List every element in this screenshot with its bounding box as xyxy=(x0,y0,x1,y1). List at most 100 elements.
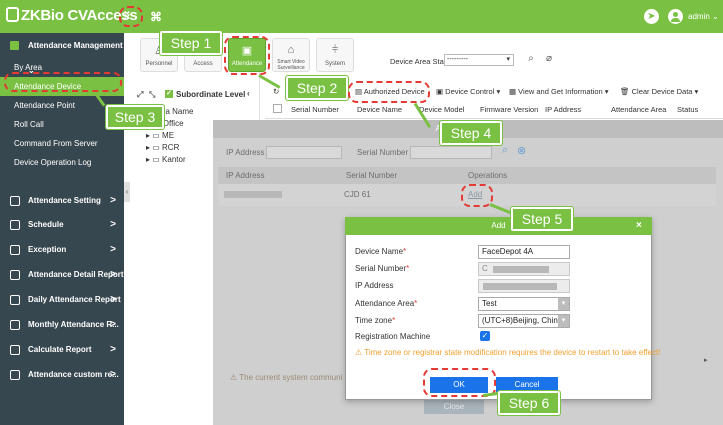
tree-node-rcr[interactable]: ▸ ▭ RCR xyxy=(146,143,179,152)
ip-address-input xyxy=(478,279,570,293)
scroll-right-icon[interactable]: ▸ xyxy=(704,356,708,364)
select-all-checkbox[interactable] xyxy=(273,104,282,113)
area-status-select[interactable]: --------- ▾ xyxy=(444,54,514,66)
module-system[interactable]: ⫩ System xyxy=(316,38,354,72)
sidebar-menu-attendance-setting[interactable]: Attendance Setting > xyxy=(0,190,124,212)
report-icon xyxy=(10,295,20,305)
sidebar-item-device-operation-log[interactable]: Device Operation Log xyxy=(0,153,124,172)
tree-collapse-icon[interactable]: ‹ xyxy=(247,89,250,98)
col-status[interactable]: Status xyxy=(677,105,698,114)
sidebar-menu-daily-attendance-report[interactable]: Daily Attendance Report > xyxy=(0,289,124,311)
dropdown-arrow-icon: ▾ xyxy=(506,56,510,63)
dropdown-arrow-icon: ▾ xyxy=(558,298,569,310)
required-mark: * xyxy=(406,264,410,273)
chevron-down-icon: ▾ xyxy=(494,87,501,96)
clear-filter-icon[interactable]: ⌀ xyxy=(542,52,556,66)
exception-icon xyxy=(10,245,20,255)
info-icon: ▦ xyxy=(509,87,519,96)
step5-callout: Step 5 xyxy=(511,207,573,231)
sidebar-menu-attendance-detail-report[interactable]: Attendance Detail Report > xyxy=(0,264,124,286)
collapse-icon[interactable]: ⤡ xyxy=(149,90,155,100)
sidebar-item-command-from-server[interactable]: Command From Server xyxy=(0,134,124,153)
menu-label: Attendance custom re... xyxy=(28,370,119,379)
device-table-header: Serial Number Device Name Device Model F… xyxy=(265,101,723,119)
camera-icon: ⌂ xyxy=(287,44,295,56)
label-text: Time zone xyxy=(355,316,393,325)
user-icon[interactable] xyxy=(668,9,683,24)
step4-callout: Step 4 xyxy=(440,121,502,145)
clear-device-data-button[interactable]: 🗑 Clear Device Data ▾ xyxy=(620,84,698,100)
calendar-icon xyxy=(10,41,19,50)
step3-highlight xyxy=(4,72,122,92)
step2-highlight xyxy=(224,36,270,75)
search-icon[interactable]: ⌕ xyxy=(524,52,538,66)
sidebar-menu-exception[interactable]: Exception > xyxy=(0,239,124,261)
col-firmware-version[interactable]: Firmware Version xyxy=(480,105,538,114)
row-serial-number: CJD 61 xyxy=(344,190,371,199)
device-control-button[interactable]: ▣ Device Control ▾ xyxy=(436,84,500,100)
col-serial-number: Serial Number xyxy=(346,171,398,180)
warning-icon: ⚠ xyxy=(355,348,365,357)
expand-icon[interactable]: ⤢ xyxy=(137,90,143,100)
sidebar-menu-monthly-attendance-report[interactable]: Monthly Attendance R... > xyxy=(0,314,124,336)
sidebar-section-attendance-management[interactable]: Attendance Management ⌄ xyxy=(0,33,124,75)
sidebar-collapse-handle[interactable]: ‹ xyxy=(124,182,130,202)
col-operations: Operations xyxy=(468,171,508,180)
device-name-input[interactable]: FaceDepot 4A xyxy=(478,245,570,259)
menu-label: Monthly Attendance R... xyxy=(28,320,119,329)
tree-node-label: Kantor xyxy=(162,155,186,164)
sidebar-menu-calculate-report[interactable]: Calculate Report > xyxy=(0,339,124,361)
ip-address-filter-input[interactable] xyxy=(266,146,342,159)
label-text: Device Name xyxy=(355,247,404,256)
report-icon xyxy=(10,270,20,280)
subordinate-checkbox[interactable]: ✓ xyxy=(165,90,173,98)
sidebar-menu-attendance-custom-report[interactable]: Attendance custom re... > xyxy=(0,364,124,386)
command-icon[interactable]: ⌘ xyxy=(150,10,162,24)
col-device-name[interactable]: Device Name xyxy=(357,105,402,114)
system-icon: ⫩ xyxy=(331,44,339,56)
view-info-button[interactable]: ▦ View and Get Information ▾ xyxy=(509,84,609,100)
compass-icon[interactable]: ➤ xyxy=(644,9,659,24)
module-label: System xyxy=(324,61,345,67)
col-device-model[interactable]: Device Model xyxy=(419,105,464,114)
select-value: (UTC+8)Beijing, Chine xyxy=(482,316,563,325)
chevron-right-icon: > xyxy=(110,294,116,305)
chevron-right-icon: > xyxy=(110,244,116,255)
tree-node-kantor[interactable]: ▸ ▭ Kantor xyxy=(146,155,186,164)
button-label: Clear Device Data xyxy=(631,87,693,96)
module-smart-video[interactable]: ⌂ Smart Video Surveillance xyxy=(272,38,310,72)
time-zone-select[interactable]: (UTC+8)Beijing, Chine ▾ xyxy=(478,314,570,328)
chevron-right-icon: > xyxy=(110,269,116,280)
button-label: View and Get Information xyxy=(518,87,603,96)
chevron-right-icon: > xyxy=(110,344,116,355)
required-mark: * xyxy=(392,316,396,325)
serial-filter-label: Serial Number xyxy=(357,148,409,157)
registration-machine-checkbox[interactable]: ✓ xyxy=(480,331,490,341)
attendance-area-select[interactable]: Test ▾ xyxy=(478,297,570,311)
step1-highlight xyxy=(119,6,143,27)
serial-filter-input[interactable] xyxy=(410,146,492,159)
menu-label: Exception xyxy=(28,245,67,254)
device-control-icon: ▣ xyxy=(436,87,446,96)
col-attendance-area[interactable]: Attendance Area xyxy=(611,105,666,114)
serial-number-label: Serial Number* xyxy=(355,264,409,273)
close-icon[interactable]: × xyxy=(636,220,642,231)
warning-icon: ⚠ xyxy=(230,373,240,382)
user-menu[interactable]: admin ⌄ xyxy=(688,12,719,21)
blurred-ip xyxy=(483,283,557,290)
sidebar-menu-schedule[interactable]: Schedule > xyxy=(0,214,124,236)
tree-node-me[interactable]: ▸ ▭ ME xyxy=(146,131,174,140)
step6-callout: Step 6 xyxy=(498,391,560,415)
add-dialog-title: Add xyxy=(345,217,652,235)
tree-node-label: Office xyxy=(162,119,184,128)
close-button[interactable]: Close xyxy=(424,400,484,414)
clear-search-icon[interactable]: ⊗ xyxy=(517,144,526,157)
col-serial-number[interactable]: Serial Number xyxy=(291,105,339,114)
col-ip-address[interactable]: IP Address xyxy=(545,105,581,114)
required-mark: * xyxy=(403,247,407,256)
module-label: Smart Video Surveillance xyxy=(277,59,305,71)
button-label: Device Control xyxy=(445,87,495,96)
module-label: Personnel xyxy=(145,61,173,67)
search-icon[interactable]: ⌕ xyxy=(502,144,508,157)
settings-icon xyxy=(10,196,20,206)
